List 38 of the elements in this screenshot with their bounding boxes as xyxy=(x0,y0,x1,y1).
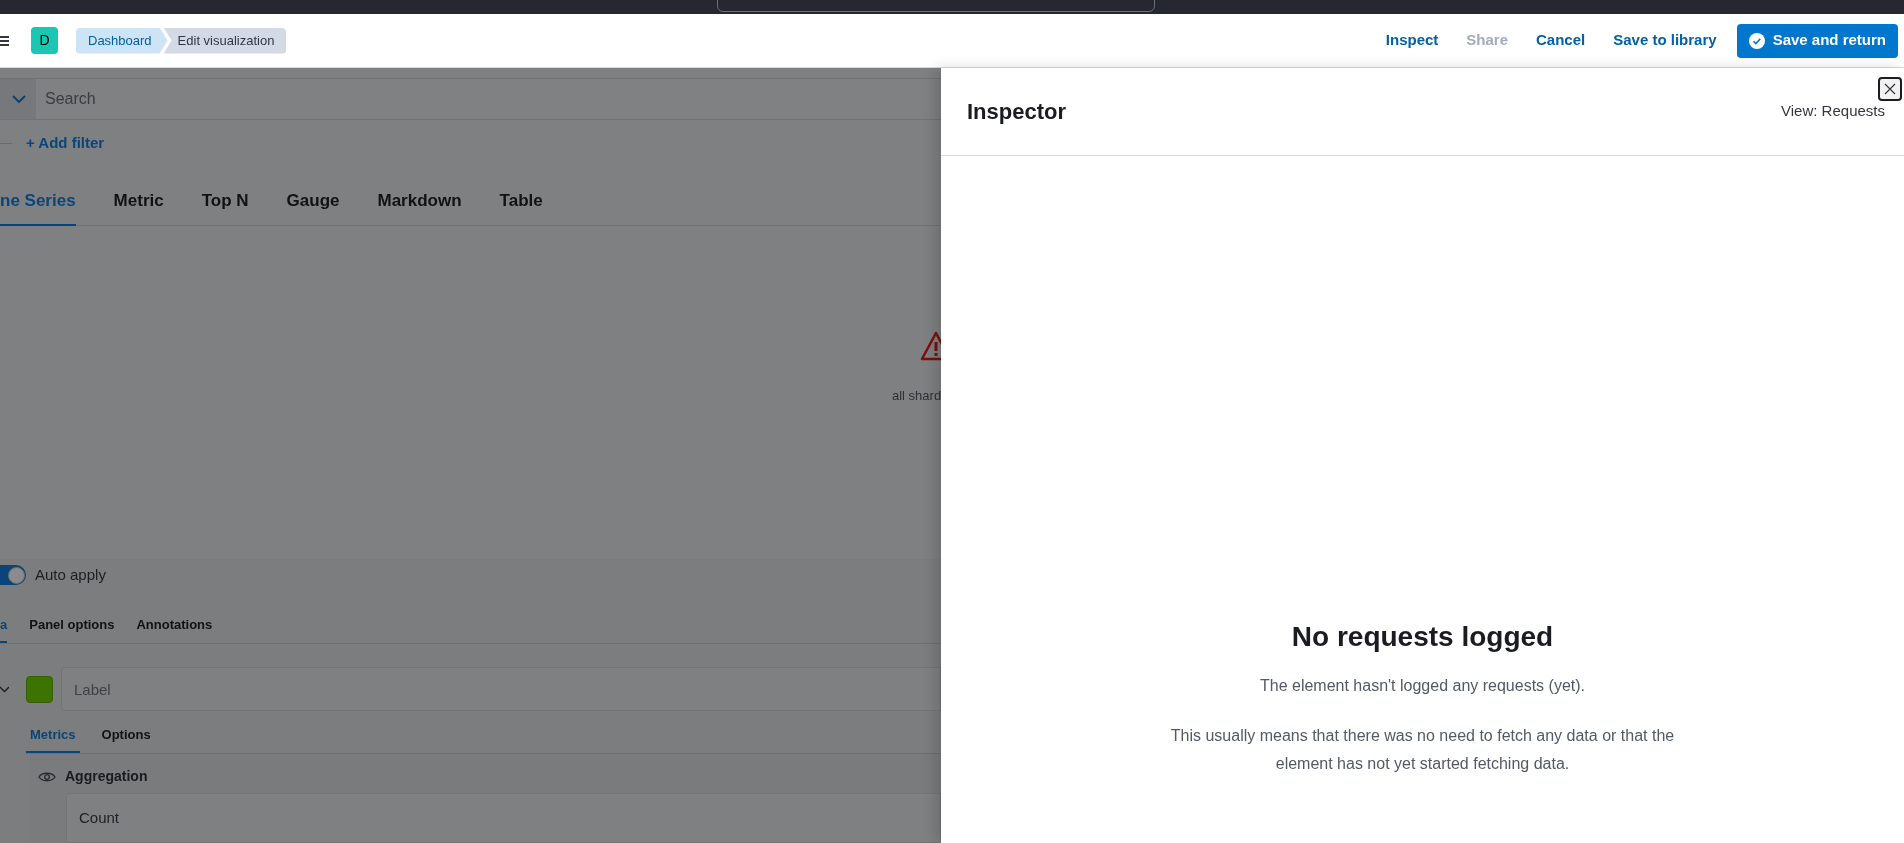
header-link[interactable]: Cancel xyxy=(1536,29,1586,52)
auto-apply-label: Auto apply xyxy=(35,564,106,585)
header-link[interactable]: Inspect xyxy=(1385,29,1439,52)
breadcrumb[interactable]: Dashboard xyxy=(76,27,168,54)
tab[interactable]: Gauge xyxy=(286,178,340,226)
save-and-return-button[interactable]: Save and return xyxy=(1736,23,1898,58)
eye-icon[interactable] xyxy=(38,770,56,783)
app-badge[interactable]: D xyxy=(31,27,58,54)
tab[interactable]: Panel options xyxy=(29,609,115,643)
label-field[interactable]: Label xyxy=(61,667,941,711)
auto-apply-toggle[interactable] xyxy=(0,565,26,585)
check-circle-icon xyxy=(1748,32,1765,49)
close-icon xyxy=(1884,83,1896,95)
menu-icon[interactable] xyxy=(0,34,9,47)
empty-state-text: This usually means that there was no need to fetch any data or that the element has not yet started fetching data. xyxy=(1169,726,1676,774)
tab[interactable]: Metric xyxy=(113,178,164,226)
add-filter-link[interactable]: + Add filter xyxy=(26,131,105,155)
tab[interactable]: Table xyxy=(499,178,543,226)
empty-state-title: No requests logged xyxy=(1291,620,1554,654)
breadcrumb[interactable]: Edit visualization xyxy=(163,27,287,54)
tab[interactable]: Options xyxy=(97,719,155,753)
flyout-title: Inspector xyxy=(967,98,1067,126)
close-button[interactable] xyxy=(1878,77,1902,101)
chevron-down-icon xyxy=(12,94,26,104)
tab[interactable]: Annotations xyxy=(136,609,213,643)
error-message: all shard xyxy=(892,387,941,405)
tab[interactable]: Markdown xyxy=(377,178,462,226)
aggregation-label: Aggregation xyxy=(65,767,148,786)
query-menu-button[interactable] xyxy=(0,79,36,119)
aggregation-select[interactable]: Count xyxy=(66,793,941,843)
header-link[interactable]: Save to library xyxy=(1613,29,1717,52)
empty-state-text: The element hasn't logged any requests (yet). xyxy=(1260,676,1585,696)
series-color-swatch[interactable] xyxy=(26,675,53,703)
tab[interactable]: Top N xyxy=(201,178,249,226)
chevron-down-icon[interactable] xyxy=(0,685,9,693)
tab[interactable]: ne Series xyxy=(0,178,76,226)
view-menu-button[interactable]: View: Requests xyxy=(1781,100,1885,123)
tab[interactable]: a xyxy=(0,609,8,643)
